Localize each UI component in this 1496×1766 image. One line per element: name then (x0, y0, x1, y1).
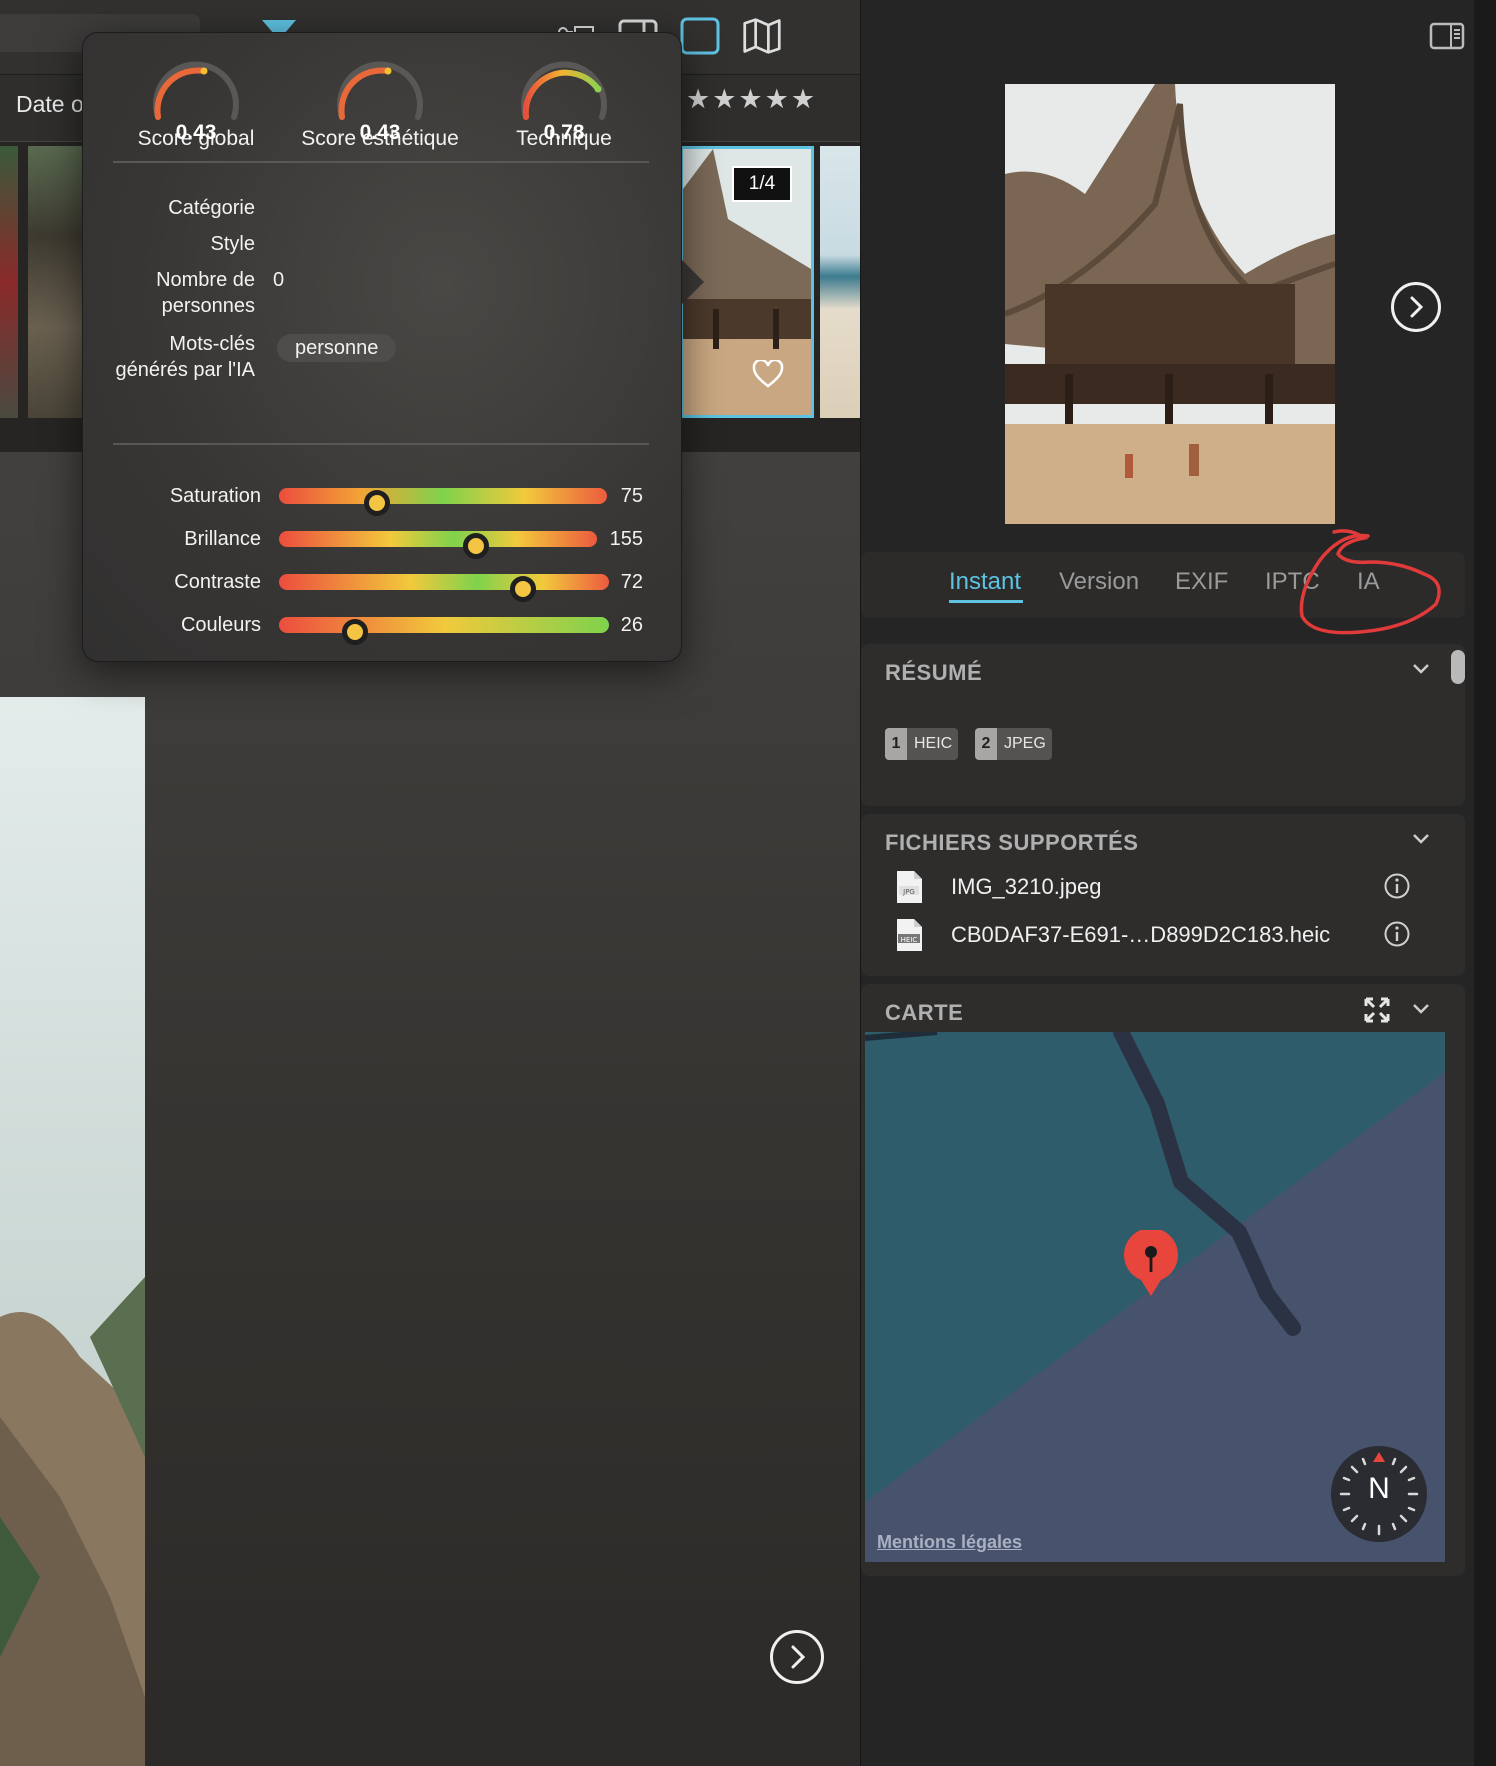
divider (113, 443, 649, 445)
ai-keywords-label: Mots-clés générés par l'IA (115, 333, 255, 381)
map-view-icon[interactable] (742, 16, 782, 56)
ai-analysis-popover: 0.43 Score global 0.43 Score esthétique … (82, 32, 682, 662)
gauge-value: 0.43 (359, 121, 401, 144)
thumbnail[interactable] (28, 146, 82, 418)
tab-exif[interactable]: EXIF (1175, 568, 1228, 596)
slider-knob[interactable] (509, 576, 536, 602)
heart-icon[interactable] (752, 358, 784, 393)
slider-value: 26 (620, 614, 643, 636)
supported-files-section: FICHIERS SUPPORTÉS JPG IMG_3210.jpeg HEI… (861, 814, 1465, 976)
svg-text:JPG: JPG (902, 888, 915, 896)
tab-iptc[interactable]: IPTC (1265, 568, 1320, 596)
slider-track[interactable] (279, 531, 597, 559)
inspector-panel: Instant Version EXIF IPTC IA RÉSUMÉ 1 HE… (860, 0, 1475, 1766)
next-preview-button[interactable] (1391, 282, 1441, 332)
slider-knob[interactable] (462, 533, 489, 559)
inspector-tabs: Instant Version EXIF IPTC IA (861, 552, 1465, 618)
main-photo (0, 697, 145, 1766)
expand-icon[interactable] (1363, 996, 1391, 1024)
brightness-slider: Brillance 155 (83, 524, 681, 559)
section-title: FICHIERS SUPPORTÉS (885, 830, 1139, 855)
slider-track[interactable] (279, 488, 607, 516)
slider-label: Contraste (174, 571, 261, 593)
file-name: IMG_3210.jpeg (951, 874, 1102, 899)
slider-value: 75 (620, 485, 643, 507)
format-number: 1 (885, 728, 907, 760)
format-chip: 2 JPEG (975, 728, 1052, 760)
format-number: 2 (975, 728, 997, 760)
single-view-icon[interactable] (680, 16, 720, 56)
category-label: Catégorie (168, 197, 255, 219)
slider-track[interactable] (279, 617, 609, 645)
slider-value: 72 (620, 571, 643, 593)
global-score-gauge: 0.43 Score global (111, 59, 281, 151)
technical-score-gauge: 0.78 Technique (479, 59, 649, 151)
contrast-slider: Contraste 72 (83, 567, 681, 602)
window-edge (1474, 0, 1496, 1766)
chevron-down-icon[interactable] (1411, 828, 1431, 848)
file-row[interactable]: HEIC CB0DAF37-E691-…D899D2C183.heic (895, 918, 1455, 952)
chevron-down-icon[interactable] (1411, 658, 1431, 678)
compass-label: N (1368, 1472, 1390, 1505)
svg-text:HEIC: HEIC (901, 936, 918, 944)
slider-value: 155 (609, 528, 643, 550)
section-title: RÉSUMÉ (885, 660, 983, 685)
thumbnail[interactable] (820, 146, 860, 418)
next-photo-button[interactable] (770, 1630, 824, 1684)
file-name: CB0DAF37-E691-…D899D2C183.heic (951, 922, 1331, 947)
info-icon[interactable] (1383, 920, 1411, 948)
version-count-badge: 1/4 (732, 166, 792, 202)
map-view[interactable]: Mentions légales N (865, 1032, 1445, 1562)
map-section: CARTE Mentions légales N (861, 984, 1465, 1576)
slider-label: Brillance (184, 528, 261, 550)
saturation-slider: Saturation 75 (83, 481, 681, 516)
aesthetic-score-gauge: 0.43 Score esthétique (295, 59, 465, 151)
people-count-label: Nombre de personnes (156, 269, 255, 317)
sort-dropdown[interactable]: Date o (16, 91, 84, 118)
info-icon[interactable] (1383, 872, 1411, 900)
sidebar-toggle-icon[interactable] (1429, 22, 1465, 50)
slider-label: Couleurs (180, 614, 261, 636)
gauge-value: 0.43 (175, 121, 217, 144)
legal-notice-link[interactable]: Mentions légales (877, 1532, 1022, 1553)
scrollbar[interactable] (1451, 650, 1465, 684)
format-type: JPEG (1004, 735, 1046, 752)
file-row[interactable]: JPG IMG_3210.jpeg (895, 870, 1455, 904)
slider-label: Saturation (169, 485, 261, 507)
style-label: Style (210, 233, 255, 255)
preview-photo (1005, 84, 1335, 524)
people-count-value: 0 (273, 269, 285, 291)
slider-track[interactable] (279, 574, 609, 602)
chevron-down-icon[interactable] (1411, 998, 1431, 1018)
format-type: HEIC (914, 735, 953, 752)
rating-stars[interactable]: ★★★★★ (686, 84, 817, 115)
location-pin-icon[interactable] (1121, 1230, 1181, 1300)
tab-instant[interactable]: Instant (949, 568, 1021, 596)
compass-icon[interactable]: N (1331, 1446, 1427, 1542)
popover-arrow (680, 258, 704, 306)
summary-section: RÉSUMÉ 1 HEIC 2 JPEG (861, 644, 1465, 806)
divider (113, 161, 649, 163)
keyword-chip[interactable]: personne (277, 334, 397, 362)
slider-knob[interactable] (364, 490, 391, 516)
heic-file-icon: HEIC (897, 919, 922, 951)
format-chip: 1 HEIC (885, 728, 959, 760)
active-tab-indicator (949, 600, 1023, 603)
jpg-file-icon: JPG (897, 871, 922, 903)
slider-knob[interactable] (341, 619, 368, 645)
tab-version[interactable]: Version (1059, 568, 1139, 596)
tab-ia[interactable]: IA (1357, 568, 1380, 596)
colors-slider: Couleurs 26 (83, 610, 681, 645)
thumbnail[interactable] (0, 146, 18, 418)
section-title: CARTE (885, 1000, 964, 1025)
gauge-value: 0.78 (543, 121, 585, 144)
